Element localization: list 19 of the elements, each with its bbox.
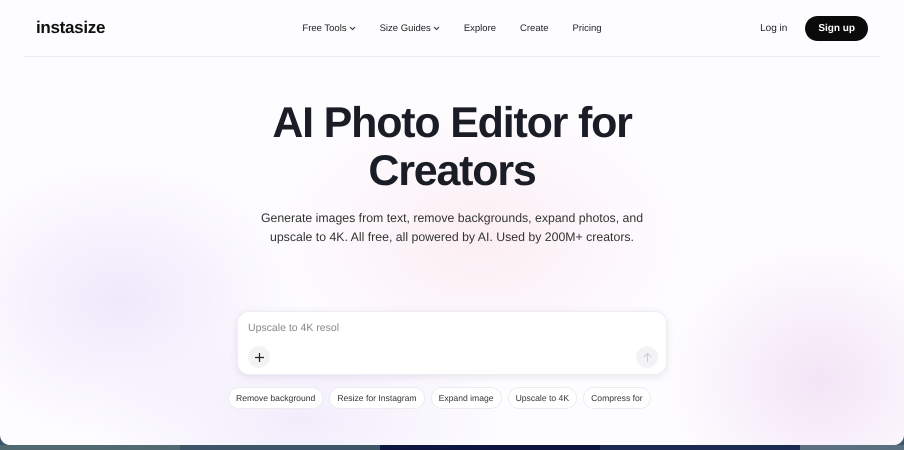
- suggestion-chip[interactable]: Expand image: [430, 387, 502, 409]
- suggestion-chip[interactable]: Resize for Instagram: [329, 387, 425, 409]
- suggestion-chip[interactable]: Compress for: [583, 387, 651, 409]
- prompt-field[interactable]: Upscale to 4K resol: [248, 320, 658, 336]
- plus-icon: [254, 352, 264, 362]
- hero-title: AI Photo Editor for Creators: [272, 99, 632, 195]
- suggestion-chip[interactable]: Remove background: [228, 387, 324, 409]
- hero-subtitle: Generate images from text, remove backgrounds, expand photos, and upscale to 4K. All free, all powered by AI. Used by 200M+ creators.: [260, 210, 644, 246]
- arrow-up-icon: [642, 352, 652, 362]
- nav-link[interactable]: Pricing: [572, 22, 602, 34]
- nav-link[interactable]: Explore: [464, 22, 496, 34]
- login-link[interactable]: Log in: [760, 22, 788, 34]
- logo[interactable]: instasize: [36, 18, 266, 38]
- nav-link[interactable]: Free Tools: [302, 22, 356, 34]
- add-button[interactable]: [248, 346, 270, 368]
- signup-button[interactable]: Sign up: [805, 16, 868, 40]
- nav-link[interactable]: Create: [520, 22, 549, 34]
- suggestion-chip[interactable]: Upscale to 4K: [508, 387, 578, 409]
- nav-link-label[interactable]: Free Tools: [302, 22, 347, 34]
